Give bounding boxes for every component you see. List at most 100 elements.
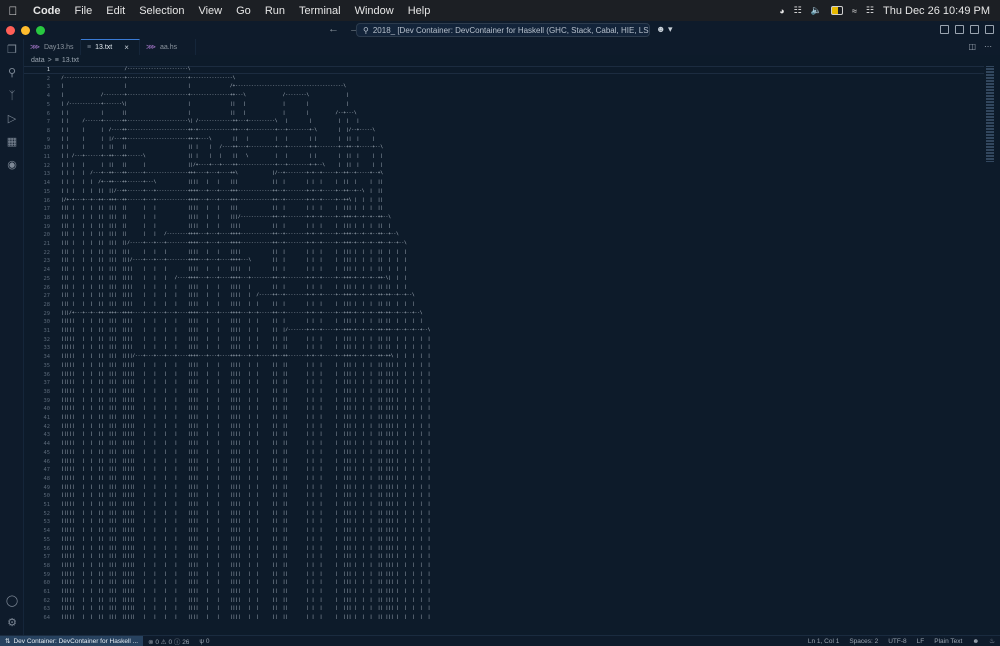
line-number: 56 xyxy=(43,545,51,552)
line-number: 45 xyxy=(43,449,51,456)
menu-window[interactable]: Window xyxy=(348,5,401,17)
line-number: 51 xyxy=(43,502,51,508)
menubar-stats-icon[interactable]: ☷ xyxy=(794,5,802,16)
remote-indicator[interactable]: ⇅ Dev Container: DevContainer for Haskel… xyxy=(0,636,144,646)
minimap[interactable] xyxy=(984,66,996,635)
line-number: 29 xyxy=(43,310,51,317)
run-debug-icon[interactable]: ▷ xyxy=(5,112,19,126)
line-number: 13 xyxy=(43,171,51,178)
code-line: | | | | || || || | | /----++---+--------… xyxy=(56,145,447,151)
toggle-primary-sidebar-icon[interactable] xyxy=(940,25,949,34)
files-icon[interactable]: ❐ xyxy=(5,43,19,57)
warning-icon: ⚠ xyxy=(160,639,167,646)
breadcrumb-folder[interactable]: data xyxy=(31,57,45,64)
search-icon: ⚲ xyxy=(363,25,369,35)
menu-selection[interactable]: Selection xyxy=(132,5,191,17)
menu-view[interactable]: View xyxy=(191,5,229,17)
code-content[interactable]: /-----------------------\ /-------------… xyxy=(56,66,956,635)
control-center-icon[interactable]: ☷ xyxy=(866,5,874,16)
code-line: | | | | |/---++-----------------------++… xyxy=(56,136,447,142)
split-editor-icon[interactable]: ◫ xyxy=(968,42,976,51)
code-line: ||||| | | || ||| |||| | | | | |||| | | |… xyxy=(56,345,444,351)
code-line: ||||| | | || ||| ||||| | | | | |||| | | … xyxy=(56,475,444,481)
line-number: 59 xyxy=(43,571,51,578)
more-actions-icon[interactable]: ⋯ xyxy=(984,42,992,51)
menubar-status-icon[interactable]: ◕ xyxy=(779,6,784,16)
code-line: ||||| | | || ||| ||||| | | | | |||| | | … xyxy=(56,545,444,551)
indentation[interactable]: Spaces: 2 xyxy=(844,638,883,645)
menu-help[interactable]: Help xyxy=(401,5,438,17)
command-center[interactable]: ⚲ 2018_ [Dev Container: DevContainer for… xyxy=(356,23,650,37)
code-line: | | | | | /+--++---++------+---\ |||| | … xyxy=(56,180,444,186)
line-number-gutter: 1 2 3 4 5 6 7 8 9 10 11 12 13 14 15 16 17 18 19 20 21 22 23 24 2… xyxy=(24,66,51,635)
code-line: | | /------+-------++-------------------… xyxy=(56,119,447,125)
encoding[interactable]: UTF-8 xyxy=(883,638,911,645)
code-line: ||| | | | || ||| || | | |||| | | ||| || … xyxy=(56,206,444,212)
notifications-bell-icon[interactable]: ♨ xyxy=(984,637,1000,645)
tab-13-txt[interactable]: ≡ 13.txt × xyxy=(81,39,140,55)
breadcrumb-file[interactable]: 13.txt xyxy=(62,57,79,64)
copilot-status-icon[interactable]: ☻ xyxy=(967,638,984,645)
line-number: 8 xyxy=(46,127,50,134)
line-number: 20 xyxy=(43,232,51,239)
line-number: 17 xyxy=(43,206,51,213)
volume-icon[interactable]: 🔈 xyxy=(811,5,822,16)
line-number: 3 xyxy=(46,84,50,91)
line-number: 5 xyxy=(46,101,50,108)
menubar-clock[interactable]: Thu Dec 26 10:49 PM xyxy=(883,5,990,17)
extensions-icon[interactable]: ▦ xyxy=(5,135,19,149)
account-icon[interactable]: ◯ xyxy=(5,594,19,608)
toggle-panel-icon[interactable] xyxy=(955,25,964,34)
end-of-line[interactable]: LF xyxy=(912,638,930,645)
wifi-icon[interactable]: ≈ xyxy=(852,6,857,16)
code-line: ||| | | | || ||| ||/-----+---+---+------… xyxy=(56,241,444,246)
apple-menu-icon[interactable]:  xyxy=(0,4,26,18)
line-number: 16 xyxy=(43,197,51,204)
code-line: ||| | | | || ||| || | | /--------++++---… xyxy=(56,232,444,238)
code-line: ||||| | | || ||| ||||| | | | | |||| | | … xyxy=(56,423,444,429)
battery-icon[interactable] xyxy=(830,6,843,15)
code-line: | | | | | || || | ||/+----+---+----++---… xyxy=(56,162,447,168)
customize-layout-icon[interactable] xyxy=(985,25,994,34)
editor-area[interactable]: 1 2 3 4 5 6 7 8 9 10 11 12 13 14 15 16 17 18 19 20 21 22 23 24 2… xyxy=(24,66,1000,635)
ports-indicator[interactable]: ψ 0 xyxy=(194,638,214,645)
settings-gear-icon[interactable]: ⚙ xyxy=(5,616,19,630)
tab-aa-hs[interactable]: ⋙ aa.hs xyxy=(140,39,196,55)
code-line: ||||| | | || ||| ||||| | | | | |||| | | … xyxy=(56,502,444,507)
copilot-icon[interactable]: ☻ ▾ xyxy=(656,24,673,35)
problems-indicator[interactable]: ⊗ 0 ⚠ 0 ⓘ 26 xyxy=(143,636,194,646)
back-arrow-icon[interactable]: ← xyxy=(328,23,339,35)
code-line: ||||| | | || ||| ||||| | | | | |||| | | … xyxy=(56,380,444,386)
tab-day13-hs[interactable]: ⋙ Day13.hs xyxy=(24,39,81,55)
close-tab-icon[interactable]: × xyxy=(124,43,129,52)
line-number: 44 xyxy=(43,441,51,448)
line-number: 34 xyxy=(43,354,51,361)
minimap-line xyxy=(986,160,994,162)
menu-terminal[interactable]: Terminal xyxy=(292,5,348,17)
cursor-position[interactable]: Ln 1, Col 1 xyxy=(803,638,844,645)
code-line: | | | | /---+--++---++------+-----------… xyxy=(56,171,444,177)
close-window-icon[interactable] xyxy=(6,25,15,35)
line-number: 27 xyxy=(43,293,51,300)
info-count: 26 xyxy=(182,639,190,646)
tab-label: Day13.hs xyxy=(43,43,74,51)
toggle-secondary-sidebar-icon[interactable] xyxy=(970,25,979,34)
search-icon[interactable]: ⚲ xyxy=(5,66,19,80)
menu-go[interactable]: Go xyxy=(229,5,258,17)
minimize-window-icon[interactable] xyxy=(21,25,30,35)
menu-run[interactable]: Run xyxy=(258,5,292,17)
language-mode[interactable]: Plain Text xyxy=(929,638,967,645)
code-line: ||| | | | || ||| |||| | | | /----++++---… xyxy=(56,275,444,281)
zoom-window-icon[interactable] xyxy=(36,25,45,35)
layout-controls xyxy=(940,25,994,34)
remote-explorer-icon[interactable]: ◉ xyxy=(5,158,19,172)
line-number: 54 xyxy=(43,528,51,535)
source-control-icon[interactable]: ᛉ xyxy=(5,89,19,103)
code-line: ||||| | | || ||| ||||| | | | | |||| | | … xyxy=(56,449,444,455)
remote-label: Dev Container: DevContainer for Haskell … xyxy=(13,637,139,645)
menu-file[interactable]: File xyxy=(68,5,100,17)
code-line: ||| | | | || ||| |||| | | | | |||| | | |… xyxy=(56,293,444,299)
code-line: ||||| | | || ||| ||||| | | | | |||| | | … xyxy=(56,415,444,420)
menu-edit[interactable]: Edit xyxy=(99,5,132,17)
menu-app-code[interactable]: Code xyxy=(26,5,68,17)
